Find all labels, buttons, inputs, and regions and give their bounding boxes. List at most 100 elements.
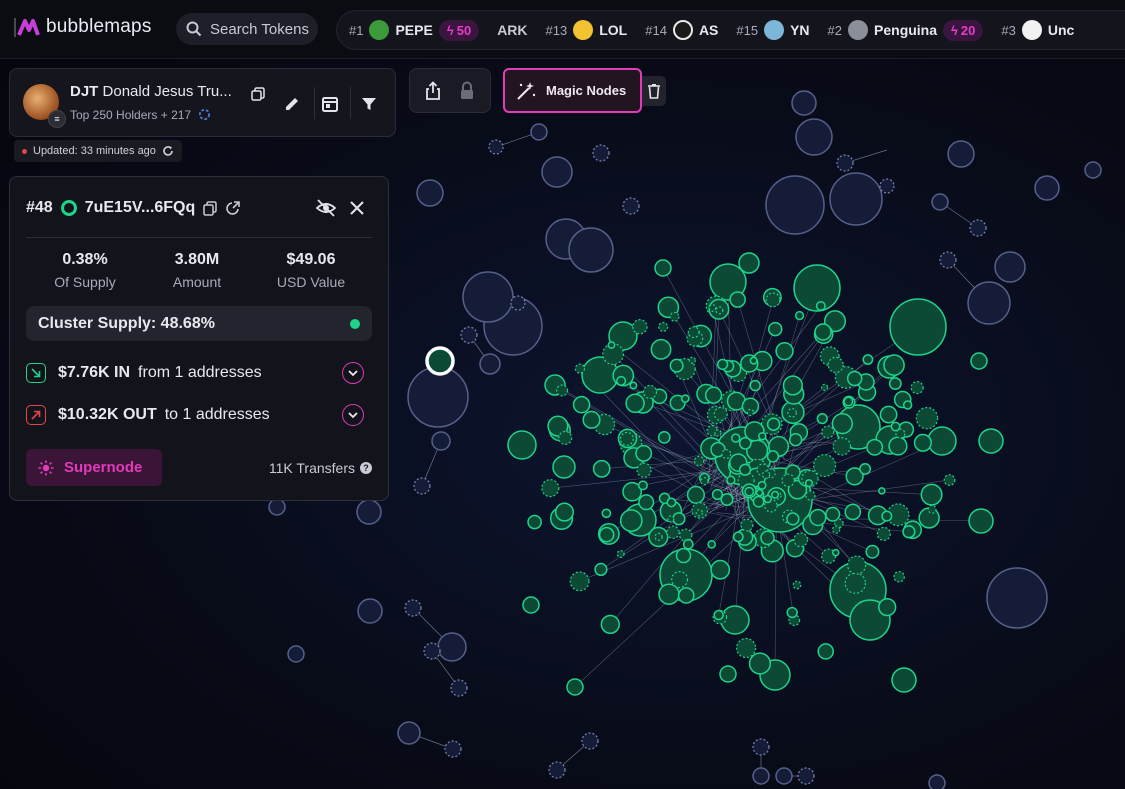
cluster-wallet-bubble[interactable]: [667, 515, 675, 523]
cluster-wallet-bubble[interactable]: [636, 462, 652, 478]
wallet-bubble[interactable]: [479, 353, 501, 375]
cluster-wallet-bubble[interactable]: [970, 352, 988, 370]
cluster-wallet-bubble[interactable]: [740, 518, 754, 532]
wallet-bubble[interactable]: [530, 123, 548, 141]
copy-icon[interactable]: [250, 86, 266, 102]
calendar-button[interactable]: [319, 93, 341, 115]
cluster-wallet-bubble[interactable]: [765, 292, 781, 308]
cluster-wallet-bubble[interactable]: [767, 321, 783, 337]
cluster-wallet-bubble[interactable]: [794, 310, 805, 321]
cluster-wallet-bubble[interactable]: [682, 538, 694, 550]
cluster-wallet-bubble[interactable]: [805, 490, 816, 501]
cluster-wallet-bubble[interactable]: [888, 436, 908, 456]
wallet-bubble[interactable]: [969, 219, 987, 237]
cluster-wallet-bubble[interactable]: [821, 383, 829, 391]
cluster-wallet-bubble[interactable]: [832, 437, 852, 456]
wallet-bubble[interactable]: [581, 732, 599, 750]
ticker-item-pepe[interactable]: #1 PEPE ϟ 50: [349, 19, 480, 41]
cluster-wallet-bubble[interactable]: [735, 637, 757, 659]
cluster-wallet-bubble[interactable]: [695, 509, 703, 517]
cluster-wallet-bubble[interactable]: [708, 304, 717, 312]
cluster-wallet-bubble[interactable]: [766, 450, 780, 463]
magic-nodes-button[interactable]: Magic Nodes: [503, 68, 642, 113]
cluster-wallet-bubble[interactable]: [878, 487, 886, 495]
cluster-wallet-bubble[interactable]: [787, 407, 797, 418]
cluster-wallet-bubble[interactable]: [978, 428, 1004, 454]
cluster-wallet-bubble[interactable]: [865, 544, 880, 559]
cluster-wallet-bubble[interactable]: [616, 375, 627, 386]
cluster-wallet-bubble[interactable]: [738, 463, 752, 476]
wallet-bubble[interactable]: [287, 645, 305, 663]
wallet-bubble[interactable]: [541, 156, 573, 188]
cluster-wallet-bubble[interactable]: [831, 412, 853, 435]
cluster-wallet-bubble[interactable]: [862, 354, 874, 365]
cluster-wallet-bubble[interactable]: [847, 555, 867, 575]
cluster-wallet-bubble[interactable]: [707, 540, 716, 549]
hide-address-button[interactable]: [314, 197, 338, 219]
wallet-bubble[interactable]: [460, 326, 478, 344]
cluster-wallet-bubble[interactable]: [910, 381, 924, 395]
cluster-wallet-bubble[interactable]: [738, 252, 760, 274]
cluster-wallet-bubble[interactable]: [637, 480, 648, 491]
cluster-wallet-bubble[interactable]: [843, 396, 854, 407]
copy-icon[interactable]: [203, 200, 218, 216]
cluster-wallet-bubble[interactable]: [888, 377, 902, 391]
cluster-wallet-bubble[interactable]: [658, 321, 669, 332]
cluster-wallet-bubble[interactable]: [786, 606, 798, 619]
cluster-wallet-bubble[interactable]: [666, 525, 680, 540]
cluster-wallet-bubble[interactable]: [592, 459, 611, 478]
wallet-bubble[interactable]: [397, 721, 421, 745]
cluster-wallet-bubble[interactable]: [816, 413, 828, 425]
cluster-wallet-bubble[interactable]: [757, 480, 767, 490]
cluster-wallet-bubble[interactable]: [650, 338, 672, 360]
cluster-wallet-bubble[interactable]: [786, 512, 800, 526]
cluster-wallet-bubble[interactable]: [817, 643, 835, 660]
cluster-wallet-bubble[interactable]: [556, 384, 569, 397]
cluster-wallet-bubble[interactable]: [527, 514, 542, 530]
wallet-bubble[interactable]: [967, 281, 1011, 325]
cluster-wallet-bubble[interactable]: [878, 597, 897, 617]
cluster-wallet-bubble[interactable]: [669, 311, 680, 322]
cluster-wallet-bubble[interactable]: [554, 502, 575, 522]
wallet-bubble[interactable]: [413, 477, 431, 495]
cluster-wallet-bubble[interactable]: [749, 379, 761, 392]
wallet-bubble[interactable]: [488, 139, 504, 155]
cluster-wallet-bubble[interactable]: [566, 678, 584, 696]
cluster-wallet-bubble[interactable]: [600, 614, 620, 635]
cluster-wallet-bubble[interactable]: [846, 370, 863, 387]
wallet-bubble[interactable]: [775, 767, 793, 785]
cluster-wallet-bubble[interactable]: [793, 532, 809, 548]
cluster-wallet-bubble[interactable]: [755, 488, 764, 497]
cluster-wallet-bubble[interactable]: [788, 432, 803, 447]
close-panel-button[interactable]: [346, 197, 368, 219]
cluster-wallet-bubble[interactable]: [654, 532, 663, 541]
cluster-wallet-bubble[interactable]: [844, 572, 867, 594]
cluster-wallet-bubble[interactable]: [913, 433, 932, 452]
cluster-wallet-bubble[interactable]: [619, 431, 634, 446]
supernode-button[interactable]: Supernode: [26, 449, 162, 486]
wallet-bubble[interactable]: [795, 118, 833, 156]
cluster-wallet-bubble[interactable]: [619, 509, 643, 532]
cluster-wallet-bubble[interactable]: [827, 356, 844, 374]
cluster-wallet-bubble[interactable]: [809, 508, 827, 527]
edit-pencil-button[interactable]: [281, 93, 303, 115]
cluster-wallet-bubble[interactable]: [763, 494, 772, 504]
wallet-bubble[interactable]: [568, 227, 614, 273]
cluster-wallet-bubble[interactable]: [657, 430, 671, 444]
cluster-wallet-bubble[interactable]: [632, 319, 648, 335]
cluster-wallet-bubble[interactable]: [658, 583, 680, 605]
cluster-wallet-bubble[interactable]: [710, 559, 731, 580]
cluster-wallet-bubble[interactable]: [752, 495, 765, 508]
share-button[interactable]: [422, 80, 444, 102]
wallet-bubble[interactable]: [797, 767, 815, 785]
cluster-wallet-bubble[interactable]: [654, 259, 672, 277]
wallet-bubble[interactable]: [928, 774, 946, 789]
delete-button[interactable]: [642, 76, 666, 106]
cluster-wallet-bubble[interactable]: [625, 393, 645, 414]
cluster-wallet-bubble[interactable]: [642, 384, 658, 400]
wallet-bubble[interactable]: [416, 179, 444, 207]
cluster-wallet-bubble[interactable]: [866, 438, 884, 456]
cluster-wallet-bubble[interactable]: [719, 665, 737, 683]
wallet-bubble[interactable]: [879, 178, 895, 194]
cluster-wallet-bubble[interactable]: [766, 417, 781, 431]
